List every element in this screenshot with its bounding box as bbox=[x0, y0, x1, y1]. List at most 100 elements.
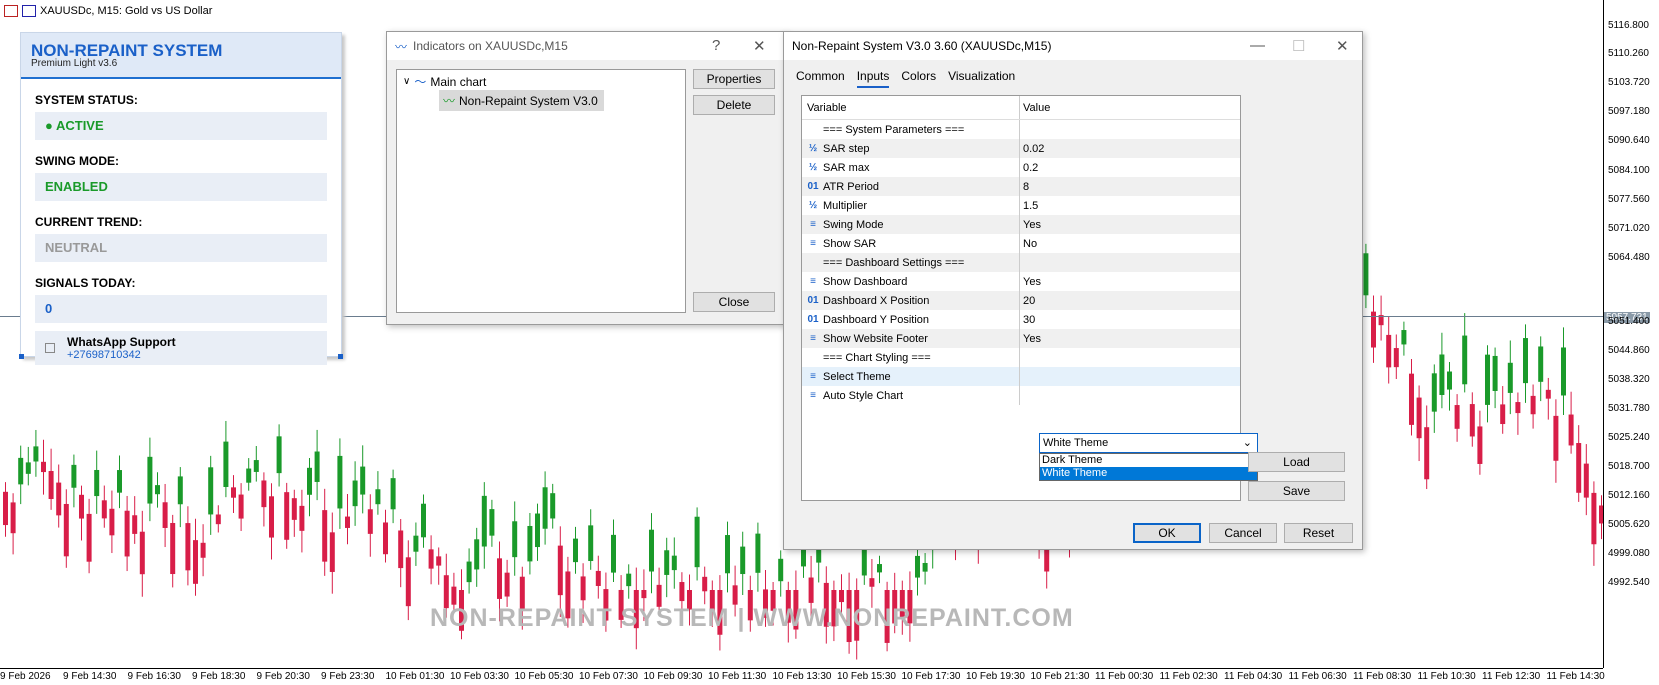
support-phone: +27698710342 bbox=[67, 348, 141, 361]
theme-dropdown[interactable]: Dark Theme White Theme bbox=[1039, 453, 1258, 481]
table-row[interactable]: === System Parameters === bbox=[802, 120, 1240, 139]
delete-button[interactable]: Delete bbox=[693, 95, 775, 115]
close-icon[interactable]: ✕ bbox=[1336, 37, 1349, 55]
candle-body bbox=[1447, 371, 1452, 390]
table-row[interactable]: ≡ Select Theme bbox=[802, 367, 1240, 386]
tab-colors[interactable]: Colors bbox=[901, 69, 936, 88]
chevron-down-icon[interactable]: ⌄ bbox=[1243, 434, 1252, 452]
candle-body bbox=[588, 525, 594, 562]
param-type-icon: ≡ bbox=[810, 238, 816, 249]
candle-body bbox=[649, 529, 654, 572]
time-tick-label: 10 Feb 09:30 bbox=[643, 671, 703, 682]
close-icon[interactable]: ✕ bbox=[753, 37, 766, 55]
table-row[interactable]: ½ SAR step 0.02 bbox=[802, 139, 1240, 158]
candle-body bbox=[314, 451, 320, 482]
properties-titlebar: Non-Repaint System V3.0 3.60 (XAUUSDc,M1… bbox=[784, 32, 1362, 60]
close-button[interactable]: Close bbox=[693, 292, 775, 312]
candle-body bbox=[94, 469, 100, 497]
candle-body bbox=[1492, 355, 1498, 391]
param-value[interactable]: Yes bbox=[1023, 219, 1041, 231]
param-name: === Dashboard Settings === bbox=[823, 256, 965, 269]
tree-item-indicator[interactable]: 〰 Non-Repaint System V3.0 bbox=[439, 90, 604, 111]
table-header: Variable Value bbox=[802, 96, 1240, 120]
param-name: Dashboard X Position bbox=[823, 294, 930, 307]
candle-body bbox=[1393, 348, 1399, 368]
table-row[interactable]: ≡ Show Website Footer Yes bbox=[802, 329, 1240, 348]
properties-button[interactable]: Properties bbox=[693, 69, 775, 89]
tree-root[interactable]: ∨ 〜 Main chart bbox=[403, 73, 486, 90]
reset-button[interactable]: Reset bbox=[1284, 523, 1353, 543]
param-name: Show SAR bbox=[823, 237, 877, 250]
table-row[interactable]: 01 Dashboard Y Position 30 bbox=[802, 310, 1240, 329]
table-row[interactable]: ½ SAR max 0.2 bbox=[802, 158, 1240, 177]
table-row[interactable]: ½ Multiplier 1.5 bbox=[802, 196, 1240, 215]
time-tick-label: 9 Feb 18:30 bbox=[192, 671, 246, 682]
candle-body bbox=[527, 525, 533, 562]
candle-body bbox=[1485, 354, 1490, 405]
candle-body bbox=[56, 482, 62, 516]
ok-button[interactable]: OK bbox=[1133, 523, 1201, 543]
candle-body bbox=[679, 582, 685, 602]
candle-body bbox=[877, 564, 882, 573]
col-value: Value bbox=[1023, 101, 1051, 114]
candle-body bbox=[497, 558, 502, 599]
theme-select[interactable]: White Theme ⌄ bbox=[1039, 433, 1258, 453]
help-button[interactable]: ? bbox=[712, 37, 720, 54]
table-row[interactable]: ≡ Show Dashboard Yes bbox=[802, 272, 1240, 291]
param-type-icon: ½ bbox=[808, 162, 818, 173]
table-row[interactable]: ≡ Swing Mode Yes bbox=[802, 215, 1240, 234]
cancel-button[interactable]: Cancel bbox=[1209, 523, 1277, 543]
candle-body bbox=[1439, 354, 1445, 395]
param-value[interactable]: Yes bbox=[1023, 333, 1041, 345]
candle-body bbox=[428, 549, 434, 569]
dropdown-option-selected[interactable]: White Theme bbox=[1040, 467, 1257, 480]
whatsapp-support[interactable]: WhatsApp Support +27698710342 bbox=[35, 331, 327, 365]
table-row[interactable]: ≡ Show SAR No bbox=[802, 234, 1240, 253]
candle-body bbox=[253, 460, 259, 472]
candle-body bbox=[10, 502, 16, 534]
save-button[interactable]: Save bbox=[1248, 481, 1345, 501]
inputs-table: Variable Value === System Parameters ===… bbox=[801, 95, 1258, 501]
param-value[interactable]: 30 bbox=[1023, 314, 1035, 326]
dropdown-option[interactable]: Dark Theme bbox=[1040, 454, 1257, 467]
param-value[interactable]: Yes bbox=[1023, 276, 1041, 288]
maximize-icon[interactable]: ☐ bbox=[1292, 37, 1305, 55]
indicators-dialog: 〰 Indicators on XAUUSDc,M15 ? ✕ ∨ 〜 Main… bbox=[386, 31, 786, 325]
table-row[interactable]: 01 Dashboard X Position 20 bbox=[802, 291, 1240, 310]
candle-body bbox=[1409, 373, 1414, 425]
time-tick-label: 9 Feb 20:30 bbox=[256, 671, 310, 682]
param-value[interactable]: No bbox=[1023, 238, 1037, 250]
table-row[interactable]: === Dashboard Settings === bbox=[802, 253, 1240, 272]
candle-body bbox=[1591, 492, 1597, 545]
tab-visualization[interactable]: Visualization bbox=[948, 69, 1015, 88]
param-value[interactable]: 0.02 bbox=[1023, 143, 1044, 155]
load-button[interactable]: Load bbox=[1248, 452, 1345, 472]
website-watermark: NON-REPAINT SYSTEM | WWW.NONREPAINT.COM bbox=[430, 604, 1074, 632]
table-row[interactable]: 01 ATR Period 8 bbox=[802, 177, 1240, 196]
candle-body bbox=[238, 494, 244, 519]
minimize-icon[interactable]: — bbox=[1250, 37, 1265, 54]
price-tick-label: 5005.620 bbox=[1608, 519, 1650, 530]
candle-body bbox=[200, 542, 206, 558]
param-value[interactable]: 8 bbox=[1023, 181, 1029, 193]
table-row[interactable]: === Chart Styling === bbox=[802, 348, 1240, 367]
price-tick-label: 5116.800 bbox=[1608, 20, 1649, 31]
table-row[interactable]: ≡ Auto Style Chart bbox=[802, 386, 1240, 405]
candle-body bbox=[223, 441, 229, 487]
param-value[interactable]: 0.2 bbox=[1023, 162, 1038, 174]
price-tick-label: 5012.160 bbox=[1608, 490, 1650, 501]
resize-handle[interactable] bbox=[19, 354, 24, 359]
candle-body bbox=[1583, 463, 1589, 498]
indicator-tree[interactable]: ∨ 〜 Main chart 〰 Non-Repaint System V3.0 bbox=[396, 69, 686, 313]
tab-common[interactable]: Common bbox=[796, 69, 845, 88]
candle-body bbox=[367, 509, 373, 534]
param-value[interactable]: 1.5 bbox=[1023, 200, 1038, 212]
resize-handle[interactable] bbox=[338, 354, 343, 359]
chevron-down-icon[interactable]: ∨ bbox=[403, 76, 410, 87]
param-value[interactable]: 20 bbox=[1023, 295, 1035, 307]
status-value: ● ACTIVE bbox=[35, 112, 327, 140]
tab-inputs[interactable]: Inputs bbox=[856, 69, 890, 88]
status-label: SYSTEM STATUS: bbox=[35, 93, 138, 107]
candle-body bbox=[307, 467, 312, 495]
dashboard-subtitle: Premium Light v3.6 bbox=[31, 58, 118, 69]
